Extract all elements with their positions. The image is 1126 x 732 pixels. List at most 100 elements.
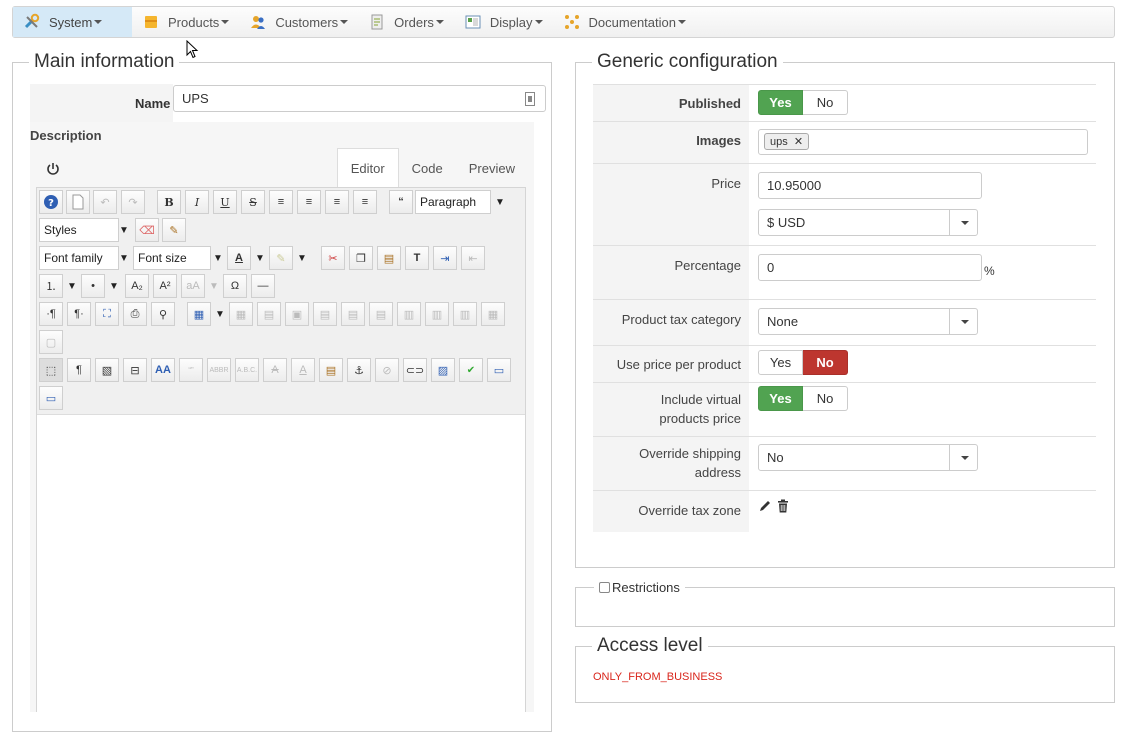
menu-documentation[interactable]: Documentation bbox=[553, 7, 696, 37]
percentage-input[interactable]: 0 bbox=[758, 254, 982, 281]
font-size-arrow-icon[interactable]: ▼ bbox=[211, 246, 225, 270]
ltr-icon[interactable]: ·¶ bbox=[39, 302, 63, 326]
bullet-list-icon[interactable]: • bbox=[81, 274, 105, 298]
published-no-button[interactable]: No bbox=[803, 90, 848, 115]
eraser-icon[interactable]: ⌫ bbox=[135, 218, 159, 242]
insert-col-before-icon[interactable]: ▥ bbox=[397, 302, 421, 326]
tab-preview[interactable]: Preview bbox=[456, 148, 528, 188]
menu-display[interactable]: Display bbox=[454, 7, 553, 37]
iframe-icon[interactable]: ▭ bbox=[39, 386, 63, 410]
new-document-icon[interactable] bbox=[66, 190, 90, 214]
menu-orders[interactable]: Orders bbox=[358, 7, 454, 37]
spellcheck-icon[interactable]: ✔ bbox=[459, 358, 483, 382]
font-family-select[interactable]: Font family bbox=[39, 246, 119, 270]
align-right-icon[interactable]: ≡ bbox=[353, 190, 377, 214]
table-icon[interactable]: ▦ bbox=[187, 302, 211, 326]
acronym-icon[interactable]: A.B.C. bbox=[235, 358, 259, 382]
page-break-icon[interactable]: ⊟ bbox=[123, 358, 147, 382]
tax-category-select[interactable]: None bbox=[758, 308, 978, 335]
font-family-arrow-icon[interactable]: ▼ bbox=[117, 246, 131, 270]
rtl-icon[interactable]: ¶· bbox=[67, 302, 91, 326]
search-icon[interactable]: ⚲ bbox=[151, 302, 175, 326]
clean-brush-icon[interactable]: ✎ bbox=[162, 218, 186, 242]
align-justify-icon[interactable]: ≡ bbox=[269, 190, 293, 214]
special-char-icon[interactable]: Ω bbox=[223, 274, 247, 298]
override-shipping-select[interactable]: No bbox=[758, 444, 978, 471]
name-input[interactable]: UPS bbox=[173, 85, 546, 112]
row-props-icon[interactable]: ▤ bbox=[257, 302, 281, 326]
menu-system[interactable]: System bbox=[13, 7, 132, 37]
redo-icon[interactable]: ↷ bbox=[121, 190, 145, 214]
currency-select[interactable]: $ USD bbox=[758, 209, 978, 236]
editor-content-area[interactable] bbox=[37, 414, 525, 714]
include-virtual-yes-button[interactable]: Yes bbox=[758, 386, 803, 411]
highlight-color-icon[interactable]: ✎ bbox=[269, 246, 293, 270]
merge-cells-icon[interactable]: ▢ bbox=[39, 330, 63, 354]
outdent-icon[interactable]: ⇤ bbox=[461, 246, 485, 270]
attributes-icon[interactable]: ▤ bbox=[319, 358, 343, 382]
numbered-list-arrow-icon[interactable]: ▼ bbox=[65, 274, 79, 298]
subscript-icon[interactable]: A₂ bbox=[125, 274, 149, 298]
bold-icon[interactable]: B bbox=[157, 190, 181, 214]
insert-text-icon[interactable]: A bbox=[291, 358, 315, 382]
menu-products[interactable]: Products bbox=[132, 7, 239, 37]
restrictions-checkbox[interactable] bbox=[599, 582, 610, 593]
format-select[interactable]: Paragraph bbox=[415, 190, 491, 214]
menu-customers[interactable]: Customers bbox=[239, 7, 358, 37]
print-icon[interactable]: ⎙ bbox=[123, 302, 147, 326]
template-icon[interactable]: ▧ bbox=[95, 358, 119, 382]
align-left-icon[interactable]: ≡ bbox=[325, 190, 349, 214]
font-size-adjust-icon[interactable]: aA bbox=[181, 274, 205, 298]
media-icon[interactable]: ▭ bbox=[487, 358, 511, 382]
font-size-adjust-arrow-icon[interactable]: ▼ bbox=[207, 274, 221, 298]
table-arrow-icon[interactable]: ▼ bbox=[213, 302, 227, 326]
trash-icon[interactable] bbox=[777, 499, 789, 513]
pencil-icon[interactable] bbox=[758, 499, 772, 513]
split-cells-icon[interactable]: ▦ bbox=[481, 302, 505, 326]
use-price-no-button[interactable]: No bbox=[803, 350, 848, 375]
indent-icon[interactable]: ⇥ bbox=[433, 246, 457, 270]
text-color-arrow-icon[interactable]: ▼ bbox=[253, 246, 267, 270]
strikethrough-icon[interactable]: S bbox=[241, 190, 265, 214]
underline-icon[interactable]: U bbox=[213, 190, 237, 214]
styles-select[interactable]: Styles bbox=[39, 218, 119, 242]
unlink-icon[interactable]: ⊘ bbox=[375, 358, 399, 382]
image-icon[interactable]: ▨ bbox=[431, 358, 455, 382]
show-blocks-icon[interactable]: ¶ bbox=[67, 358, 91, 382]
delete-col-icon[interactable]: ▥ bbox=[453, 302, 477, 326]
numbered-list-icon[interactable]: ⒈ bbox=[39, 274, 63, 298]
use-price-yes-button[interactable]: Yes bbox=[758, 350, 803, 375]
align-center-icon[interactable]: ≡ bbox=[297, 190, 321, 214]
text-color-icon[interactable]: A bbox=[227, 246, 251, 270]
bullet-list-arrow-icon[interactable]: ▼ bbox=[107, 274, 121, 298]
format-select-arrow-icon[interactable]: ▼ bbox=[493, 190, 507, 214]
link-icon[interactable]: ⊂⊃ bbox=[403, 358, 427, 382]
abbr-icon[interactable]: ABBR bbox=[207, 358, 231, 382]
blockquote-icon[interactable]: “ bbox=[389, 190, 413, 214]
superscript-icon[interactable]: A² bbox=[153, 274, 177, 298]
cell-props-icon[interactable]: ▣ bbox=[285, 302, 309, 326]
delete-text-icon[interactable]: A bbox=[263, 358, 287, 382]
insert-col-after-icon[interactable]: ▥ bbox=[425, 302, 449, 326]
cite-icon[interactable]: “” bbox=[179, 358, 203, 382]
tab-editor[interactable]: Editor bbox=[336, 148, 399, 188]
price-input[interactable]: 10.95000 bbox=[758, 172, 982, 199]
tab-code[interactable]: Code bbox=[399, 148, 456, 188]
include-virtual-no-button[interactable]: No bbox=[803, 386, 848, 411]
translation-icon[interactable] bbox=[525, 92, 535, 106]
style-props-icon[interactable]: AA bbox=[151, 358, 175, 382]
images-input[interactable]: ups ✕ bbox=[758, 129, 1088, 155]
anchor-icon[interactable]: ⚓ bbox=[347, 358, 371, 382]
remove-tag-icon[interactable]: ✕ bbox=[794, 136, 803, 148]
help-icon[interactable]: ? bbox=[39, 190, 63, 214]
highlight-arrow-icon[interactable]: ▼ bbox=[295, 246, 309, 270]
insert-row-before-icon[interactable]: ▤ bbox=[313, 302, 337, 326]
italic-icon[interactable]: I bbox=[185, 190, 209, 214]
insert-row-after-icon[interactable]: ▤ bbox=[341, 302, 365, 326]
undo-icon[interactable]: ↶ bbox=[93, 190, 117, 214]
delete-table-icon[interactable]: ▦ bbox=[229, 302, 253, 326]
fullscreen-icon[interactable]: ⛶ bbox=[95, 302, 119, 326]
copy-icon[interactable]: ❐ bbox=[349, 246, 373, 270]
font-size-select[interactable]: Font size bbox=[133, 246, 211, 270]
styles-select-arrow-icon[interactable]: ▼ bbox=[117, 218, 131, 242]
